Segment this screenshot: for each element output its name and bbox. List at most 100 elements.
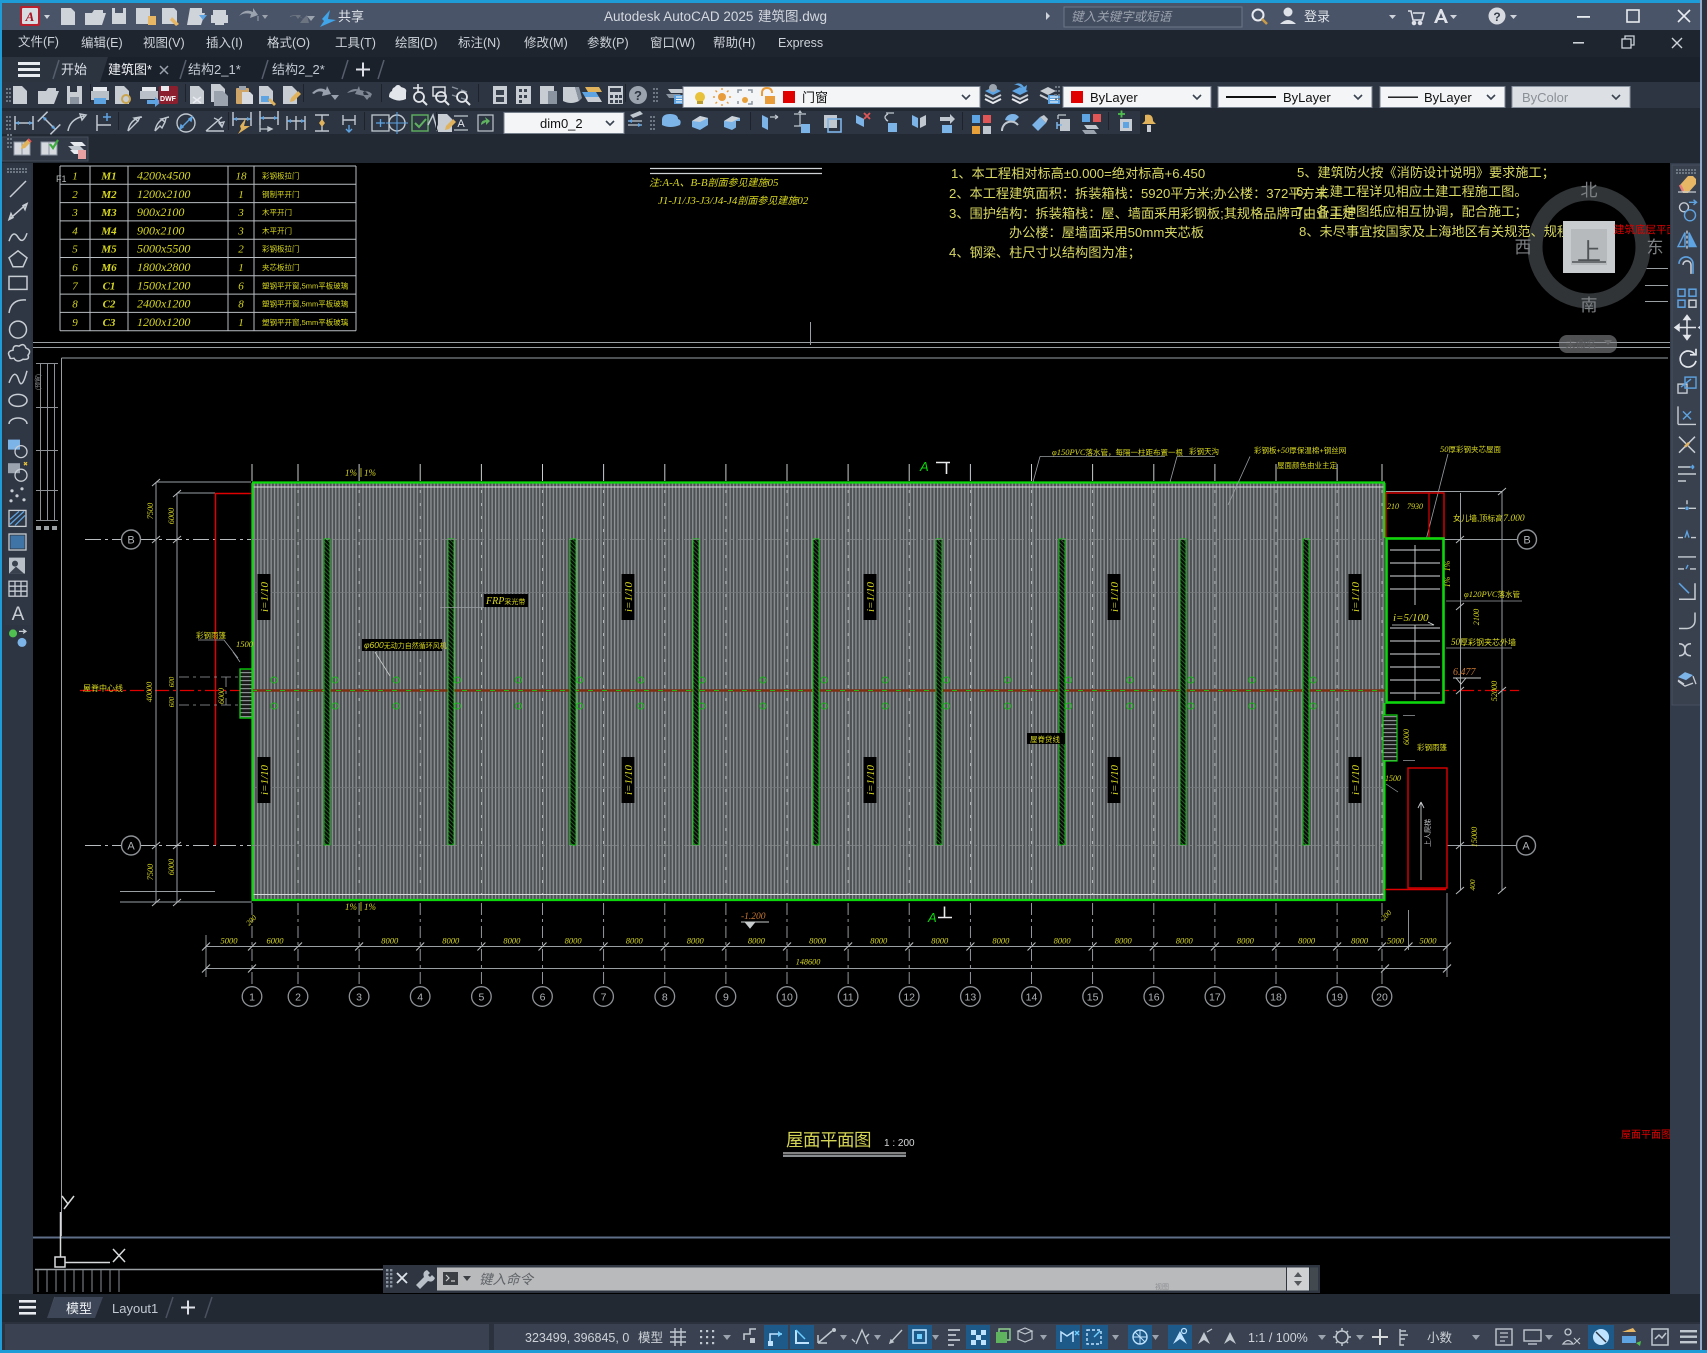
svg-text:3: 3 (71, 207, 78, 219)
svg-text:1: 1 (238, 317, 244, 329)
svg-text:ByLayer: ByLayer (1424, 90, 1472, 105)
svg-text:ByLayer: ByLayer (1283, 90, 1331, 105)
svg-text:塑钢平开窗,5mm平板玻璃: 塑钢平开窗,5mm平板玻璃 (262, 280, 349, 290)
svg-text:6000: 6000 (267, 936, 285, 946)
svg-text:C2: C2 (103, 299, 116, 311)
svg-text:16: 16 (1148, 992, 1160, 1004)
svg-text:8000: 8000 (1351, 936, 1369, 946)
svg-text:1%: 1% (364, 468, 376, 478)
svg-text:屋面平面图: 屋面平面图 (786, 1130, 871, 1150)
svg-text:9: 9 (72, 317, 78, 329)
svg-text:4: 4 (417, 992, 423, 1004)
svg-text:5、建筑防火按《消防设计说明》要求施工；: 5、建筑防火按《消防设计说明》要求施工； (1297, 165, 1555, 181)
svg-text:屋脊中心线: 屋脊中心线 (83, 683, 123, 693)
svg-text:15: 15 (1087, 992, 1099, 1004)
svg-text:彩钢板+50厚保温棉+钢丝网: 彩钢板+50厚保温棉+钢丝网 (1254, 445, 1346, 455)
svg-text:5000: 5000 (1420, 936, 1438, 946)
svg-text:2100: 2100 (1472, 609, 1481, 625)
svg-text:?: ? (634, 88, 642, 103)
svg-text:彩钢板拉门: 彩钢板拉门 (262, 171, 300, 181)
svg-text:i=1/10: i=1/10 (623, 581, 635, 612)
svg-text:模型: 模型 (638, 1331, 663, 1345)
svg-text:共享: 共享 (338, 9, 364, 24)
svg-text:M6: M6 (100, 262, 117, 274)
svg-text:Express: Express (778, 36, 823, 50)
svg-text:键入关键字或短语: 键入关键字或短语 (1071, 10, 1174, 24)
svg-text:13: 13 (965, 992, 977, 1004)
svg-text:插入(I): 插入(I) (206, 36, 243, 50)
svg-text:西: 西 (1515, 238, 1532, 257)
svg-text:17: 17 (1209, 992, 1221, 1004)
svg-text:10: 10 (781, 992, 793, 1004)
svg-text:文件(F): 文件(F) (18, 34, 59, 49)
svg-text:9: 9 (723, 992, 729, 1004)
svg-text:8: 8 (662, 992, 668, 1004)
svg-text:1%: 1% (345, 902, 357, 912)
svg-text:1200x2100: 1200x2100 (137, 187, 190, 201)
svg-text:i=1/10: i=1/10 (1109, 581, 1121, 612)
svg-text:4: 4 (72, 225, 78, 237)
svg-text:2: 2 (72, 189, 78, 201)
svg-text:建筑底层平面: 建筑底层平面 (1614, 223, 1670, 236)
svg-text:2: 2 (238, 244, 244, 256)
svg-text:结构2_1*: 结构2_1* (188, 62, 241, 77)
svg-text:J1-J1/J3-J3/J4-J4剖面参见建施02: J1-J1/J3-J3/J4-J4剖面参见建施02 (658, 195, 809, 207)
svg-text:办公楼：屋墙面采用50mm夹芯板: 办公楼：屋墙面采用50mm夹芯板 (1009, 225, 1204, 240)
svg-text:M3: M3 (100, 207, 117, 219)
svg-text:5: 5 (72, 244, 78, 256)
svg-text:ByColor: ByColor (1522, 90, 1569, 105)
svg-text:M1: M1 (100, 171, 116, 183)
svg-text:格式(O): 格式(O) (267, 35, 310, 50)
svg-text:编辑(E): 编辑(E) (81, 35, 123, 50)
svg-text:8000: 8000 (1054, 936, 1072, 946)
svg-text:1%: 1% (364, 902, 376, 912)
svg-text:6000: 6000 (167, 859, 176, 875)
svg-text:1800x2800: 1800x2800 (137, 260, 190, 274)
svg-text:5000: 5000 (221, 936, 239, 946)
svg-text:A: A (927, 910, 937, 925)
svg-text:帮助(H): 帮助(H) (713, 36, 755, 50)
svg-text:i=1/10: i=1/10 (1350, 764, 1362, 795)
svg-text:北: 北 (1581, 181, 1598, 200)
svg-text:i=1/10: i=1/10 (865, 764, 877, 795)
svg-text:18: 18 (236, 171, 248, 183)
svg-text:1500: 1500 (1385, 774, 1401, 783)
svg-text:8000: 8000 (1176, 936, 1194, 946)
svg-text:建筑图*: 建筑图* (108, 62, 152, 77)
svg-text:φ120PVC落水管: φ120PVC落水管 (1464, 589, 1521, 599)
svg-text:视图(V): 视图(V) (143, 35, 185, 50)
svg-text:900x2100: 900x2100 (137, 205, 184, 219)
svg-text:M5: M5 (100, 244, 117, 256)
svg-text:A: A (127, 841, 135, 853)
svg-text:标注(N): 标注(N) (458, 35, 500, 50)
svg-text:开始: 开始 (61, 62, 87, 77)
svg-text:2400x1200: 2400x1200 (137, 297, 190, 311)
svg-text:注:A-A、B-B剖面参见建施05: 注:A-A、B-B剖面参见建施05 (649, 177, 779, 189)
svg-text:?: ? (1493, 10, 1500, 24)
svg-text:-1.200: -1.200 (741, 912, 766, 922)
svg-text:(预留): (预留) (34, 374, 42, 390)
svg-text:门窗: 门窗 (802, 90, 828, 105)
svg-text:6: 6 (72, 262, 78, 274)
svg-text:8000: 8000 (992, 936, 1010, 946)
svg-text:8: 8 (238, 299, 244, 311)
svg-text:7500: 7500 (146, 864, 155, 880)
svg-text:A: A (12, 604, 25, 625)
svg-text:7、各工种图纸应相互协调，配合施工；: 7、各工种图纸应相互协调，配合施工； (1296, 204, 1528, 220)
svg-text:400: 400 (1468, 879, 1477, 891)
svg-text:20: 20 (1376, 992, 1388, 1004)
svg-text:6: 6 (540, 992, 546, 1004)
svg-text:8000: 8000 (626, 936, 644, 946)
svg-text:B: B (127, 535, 134, 547)
svg-text:屋面平面图: 屋面平面图 (1621, 1129, 1670, 1141)
svg-text:修改(M): 修改(M) (524, 35, 568, 50)
svg-text:建筑图.dwg: 建筑图.dwg (758, 9, 827, 24)
svg-text:彩钢雨篷: 彩钢雨篷 (196, 630, 226, 640)
svg-text:未命名: 未命名 (1565, 338, 1597, 351)
svg-text:1500x1200: 1500x1200 (137, 278, 190, 292)
svg-text:屋面颜色由业主定: 屋面颜色由业主定 (1277, 460, 1337, 470)
svg-text:7: 7 (601, 992, 607, 1004)
svg-text:8: 8 (72, 299, 78, 311)
svg-text:40000: 40000 (145, 682, 154, 702)
svg-text:4200x4500: 4200x4500 (137, 169, 190, 183)
